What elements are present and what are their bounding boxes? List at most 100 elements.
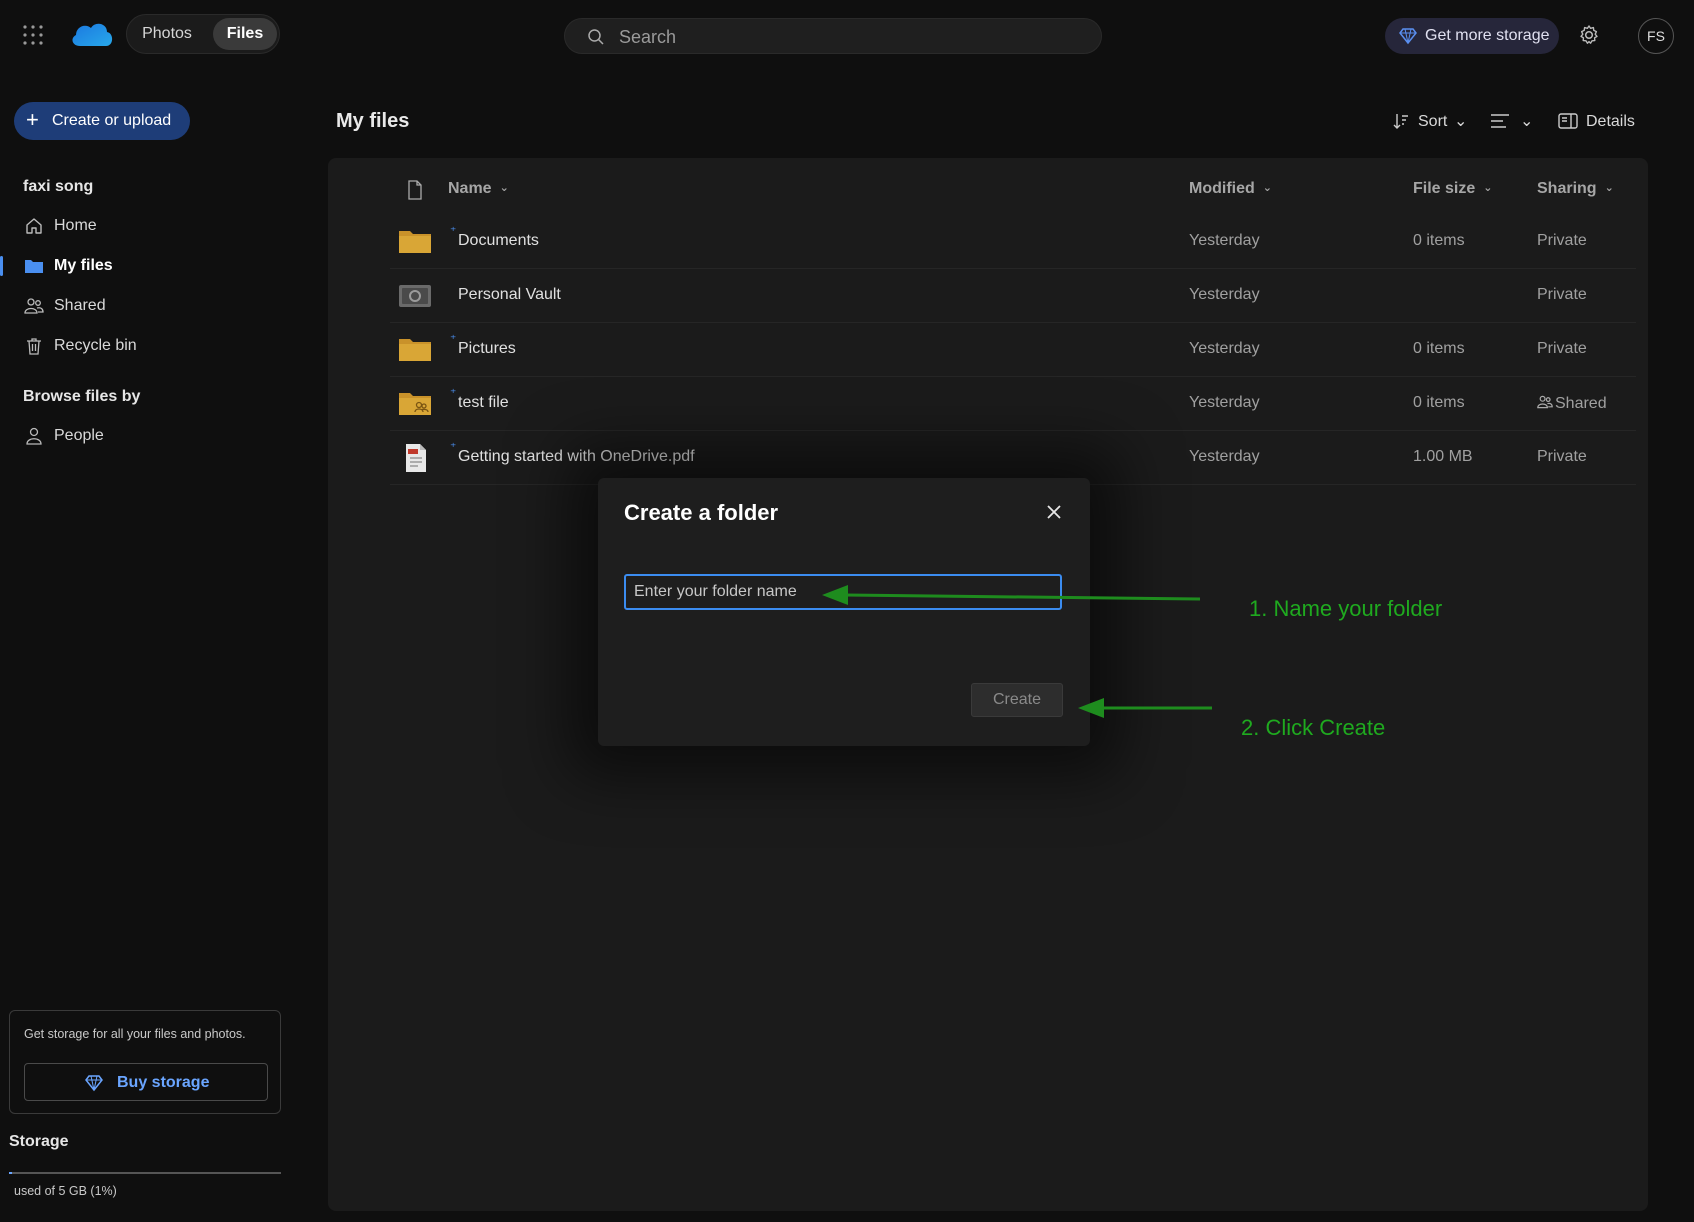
sidebar-item-label: My files: [54, 257, 113, 274]
file-name[interactable]: Pictures: [458, 340, 516, 358]
tab-photos[interactable]: Photos: [133, 18, 201, 50]
folder-icon: [24, 256, 44, 276]
modified-date: Yesterday: [1189, 232, 1260, 249]
people-icon: [24, 296, 44, 316]
modified-date: Yesterday: [1189, 394, 1260, 411]
folder-icon: [398, 227, 432, 255]
promo-text: Get storage for all your files and photo…: [24, 1027, 246, 1041]
settings-gear-icon[interactable]: [1578, 24, 1600, 46]
trash-icon: [24, 336, 44, 356]
sidebar-item-recycle-bin[interactable]: Recycle bin: [0, 328, 300, 364]
modified-date: Yesterday: [1189, 340, 1260, 357]
table-row[interactable]: ⁺ Getting started with OneDrive.pdf Yest…: [390, 431, 1636, 485]
file-size: 0 items: [1413, 394, 1465, 411]
sort-button[interactable]: Sort ⌄: [1392, 110, 1468, 134]
tab-files[interactable]: Files: [213, 18, 277, 50]
column-header-name[interactable]: Name ⌄: [448, 180, 509, 198]
sort-icon: [1392, 112, 1410, 130]
top-bar: Photos Files Get more storage FS: [0, 0, 1694, 72]
storage-heading: Storage: [9, 1133, 69, 1150]
folder-icon: [398, 335, 432, 363]
sidebar-item-shared[interactable]: Shared: [0, 288, 300, 324]
close-icon[interactable]: [1044, 502, 1064, 522]
plus-icon: +: [26, 107, 39, 132]
annotation-step-1: 1. Name your folder: [1249, 596, 1443, 621]
search-box[interactable]: [564, 18, 1102, 54]
pdf-file-icon: [398, 443, 432, 473]
sharing-status-shared: Shared: [1537, 394, 1607, 413]
column-header-label: Modified: [1189, 180, 1255, 197]
sidebar-item-label: People: [54, 427, 104, 444]
column-header-label: Name: [448, 180, 492, 197]
folder-name-input[interactable]: [624, 574, 1062, 610]
diamond-icon: [85, 1074, 103, 1092]
get-more-storage-button[interactable]: Get more storage: [1385, 18, 1559, 54]
file-name[interactable]: test file: [458, 394, 509, 412]
sidebar-item-my-files[interactable]: My files: [0, 248, 300, 284]
user-name: faxi song: [23, 178, 94, 195]
sharing-status: Private: [1537, 448, 1587, 465]
shared-folder-icon: [398, 389, 432, 417]
file-type-header-icon: [406, 180, 424, 200]
buy-storage-label: Buy storage: [117, 1074, 210, 1091]
view-options-button[interactable]: ⌄: [1490, 110, 1534, 134]
new-item-icon: ⁺: [450, 386, 457, 400]
create-folder-dialog: Create a folder Create: [598, 478, 1090, 746]
chevron-down-icon: ⌄: [1262, 182, 1272, 194]
file-name[interactable]: Documents: [458, 232, 539, 250]
storage-used-text: used of 5 GB (1%): [14, 1184, 117, 1198]
table-row[interactable]: ⁺ Pictures Yesterday 0 items Private: [390, 323, 1636, 377]
pivot-tabs: Photos Files: [126, 14, 280, 54]
chevron-down-icon: ⌄: [1483, 182, 1493, 194]
sharing-status: Private: [1537, 286, 1587, 303]
diamond-icon: [1399, 27, 1417, 45]
table-row[interactable]: ⁺ Documents Yesterday 0 items Private: [390, 215, 1636, 269]
create-or-upload-label: Create or upload: [52, 112, 172, 129]
account-avatar[interactable]: FS: [1638, 18, 1674, 54]
new-item-icon: ⁺: [450, 224, 457, 238]
dialog-title: Create a folder: [624, 500, 779, 525]
details-pane-icon: [1558, 112, 1578, 130]
column-header-label: Sharing: [1537, 180, 1597, 197]
new-item-icon: ⁺: [450, 440, 457, 454]
browse-files-by-heading: Browse files by: [23, 388, 141, 405]
column-header-label: File size: [1413, 180, 1476, 197]
details-label: Details: [1586, 113, 1635, 130]
chevron-down-icon: ⌄: [1520, 113, 1534, 130]
table-row[interactable]: ⁺ test file Yesterday 0 items Shared: [390, 377, 1636, 431]
search-input[interactable]: [617, 23, 1087, 51]
sidebar-item-label: Shared: [54, 297, 106, 314]
details-button[interactable]: Details: [1558, 110, 1638, 134]
list-view-icon: [1490, 112, 1510, 130]
column-header-sharing[interactable]: Sharing ⌄: [1537, 180, 1614, 198]
onedrive-logo-icon[interactable]: [70, 18, 114, 50]
file-size: 0 items: [1413, 232, 1465, 249]
file-name[interactable]: Getting started with OneDrive.pdf: [458, 448, 695, 466]
create-button[interactable]: Create: [971, 683, 1063, 717]
sidebar-item-people[interactable]: People: [0, 418, 300, 454]
column-header-file-size[interactable]: File size ⌄: [1413, 180, 1492, 198]
people-icon: [1537, 394, 1553, 410]
buy-storage-button[interactable]: Buy storage: [24, 1063, 268, 1101]
page-title: My files: [336, 110, 410, 132]
create-or-upload-button[interactable]: + Create or upload: [14, 102, 190, 140]
search-icon: [587, 28, 605, 46]
storage-promo: Get storage for all your files and photo…: [9, 1010, 281, 1114]
sidebar-item-label: Recycle bin: [54, 337, 137, 354]
modified-date: Yesterday: [1189, 448, 1260, 465]
app-launcher-icon[interactable]: [22, 24, 44, 46]
get-more-storage-label: Get more storage: [1425, 27, 1550, 44]
chevron-down-icon: ⌄: [1454, 113, 1468, 130]
file-name[interactable]: Personal Vault: [458, 286, 561, 304]
storage-progress-fill: [9, 1172, 12, 1174]
new-item-icon: ⁺: [450, 332, 457, 346]
sharing-status: Private: [1537, 232, 1587, 249]
chevron-down-icon: ⌄: [499, 182, 509, 194]
table-row[interactable]: Personal Vault Yesterday Private: [390, 269, 1636, 323]
column-header-modified[interactable]: Modified ⌄: [1189, 180, 1272, 198]
modified-date: Yesterday: [1189, 286, 1260, 303]
sidebar-item-home[interactable]: Home: [0, 208, 300, 244]
annotation-step-2: 2. Click Create: [1241, 715, 1386, 740]
chevron-down-icon: ⌄: [1604, 182, 1614, 194]
vault-icon: [398, 281, 432, 309]
